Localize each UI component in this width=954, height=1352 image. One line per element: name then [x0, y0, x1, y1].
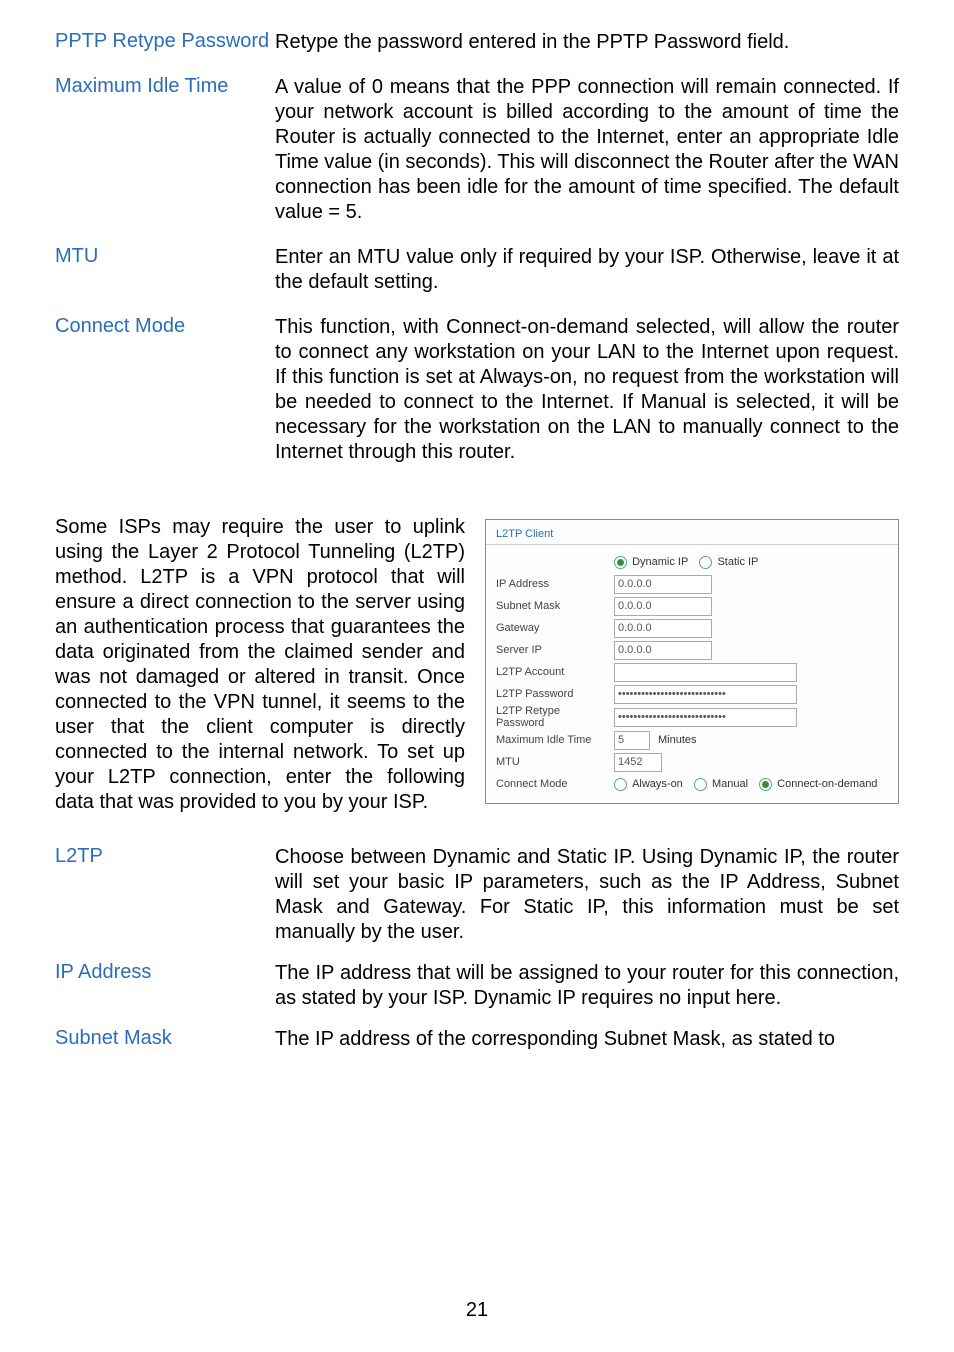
def-desc: Retype the password entered in the PPTP …: [275, 30, 899, 55]
connect-on-demand-label: Connect-on-demand: [777, 778, 877, 790]
subnet-mask-row: Subnet Mask: [496, 595, 888, 617]
figure-body: Dynamic IP Static IP IP Address Subnet M…: [486, 545, 898, 803]
server-ip-row: Server IP: [496, 639, 888, 661]
def-desc: A value of 0 means that the PPP connecti…: [275, 75, 899, 225]
mtu-input[interactable]: [614, 753, 662, 772]
def-term: Maximum Idle Time: [55, 75, 275, 98]
l2tp-retype-label: L2TP Retype Password: [496, 705, 606, 729]
static-ip-label: Static IP: [717, 556, 758, 568]
l2tp-account-label: L2TP Account: [496, 666, 606, 678]
manual-radio[interactable]: [694, 778, 707, 791]
l2tp-retype-input[interactable]: [614, 708, 797, 727]
ip-address-row: IP Address: [496, 573, 888, 595]
mtu-row: MTU: [496, 751, 888, 773]
intro-row: Some ISPs may require the user to uplink…: [55, 515, 899, 815]
def-term: MTU: [55, 245, 275, 268]
mtu-label: MTU: [496, 756, 606, 768]
always-on-label: Always-on: [632, 778, 683, 790]
subnet-mask-input[interactable]: [614, 597, 712, 616]
l2tp-client-figure: L2TP Client Dynamic IP Static IP IP Addr…: [485, 519, 899, 804]
def-desc: The IP address that will be assigned to …: [275, 961, 899, 1011]
l2tp-password-row: L2TP Password: [496, 683, 888, 705]
ip-mode-radios: Dynamic IP Static IP: [614, 556, 766, 569]
l2tp-password-label: L2TP Password: [496, 688, 606, 700]
l2tp-retype-row: L2TP Retype Password: [496, 705, 888, 729]
static-ip-radio[interactable]: [699, 556, 712, 569]
def-row-l2tp: L2TP Choose between Dynamic and Static I…: [55, 845, 899, 945]
connect-mode-radios: Always-on Manual Connect-on-demand: [614, 778, 885, 791]
def-desc: Choose between Dynamic and Static IP. Us…: [275, 845, 899, 945]
connect-mode-label: Connect Mode: [496, 778, 606, 790]
def-desc: Enter an MTU value only if required by y…: [275, 245, 899, 295]
figure-wrap: L2TP Client Dynamic IP Static IP IP Addr…: [485, 515, 899, 804]
l2tp-password-input[interactable]: [614, 685, 797, 704]
def-row-connect-mode: Connect Mode This function, with Connect…: [55, 315, 899, 465]
subnet-mask-label: Subnet Mask: [496, 600, 606, 612]
def-term: L2TP: [55, 845, 275, 868]
def-row-mtu: MTU Enter an MTU value only if required …: [55, 245, 899, 295]
connect-mode-row: Connect Mode Always-on Manual Connect-on…: [496, 773, 888, 795]
ip-mode-row: Dynamic IP Static IP: [496, 551, 888, 573]
def-desc: The IP address of the corresponding Subn…: [275, 1027, 899, 1052]
l2tp-account-row: L2TP Account: [496, 661, 888, 683]
def-term: IP Address: [55, 961, 275, 984]
server-ip-input[interactable]: [614, 641, 712, 660]
def-term: Connect Mode: [55, 315, 275, 338]
max-idle-label: Maximum Idle Time: [496, 734, 606, 746]
manual-label: Manual: [712, 778, 748, 790]
server-ip-label: Server IP: [496, 644, 606, 656]
ip-address-label: IP Address: [496, 578, 606, 590]
def-term: Subnet Mask: [55, 1027, 275, 1050]
max-idle-input[interactable]: [614, 731, 650, 750]
figure-title: L2TP Client: [486, 520, 898, 545]
connect-on-demand-radio[interactable]: [759, 778, 772, 791]
max-idle-row: Maximum Idle Time Minutes: [496, 729, 888, 751]
page-number: 21: [0, 1299, 954, 1322]
def-row-max-idle: Maximum Idle Time A value of 0 means tha…: [55, 75, 899, 225]
def-term: PPTP Retype Password: [55, 30, 275, 53]
def-row-pptp-retype: PPTP Retype Password Retype the password…: [55, 30, 899, 55]
dynamic-ip-label: Dynamic IP: [632, 556, 688, 568]
intro-paragraph: Some ISPs may require the user to uplink…: [55, 515, 465, 815]
def-row-subnet-mask: Subnet Mask The IP address of the corres…: [55, 1027, 899, 1052]
dynamic-ip-radio[interactable]: [614, 556, 627, 569]
def-row-ip-address: IP Address The IP address that will be a…: [55, 961, 899, 1011]
gateway-input[interactable]: [614, 619, 712, 638]
ip-address-input[interactable]: [614, 575, 712, 594]
always-on-radio[interactable]: [614, 778, 627, 791]
gateway-label: Gateway: [496, 622, 606, 634]
l2tp-account-input[interactable]: [614, 663, 797, 682]
def-desc: This function, with Connect-on-demand se…: [275, 315, 899, 465]
max-idle-unit: Minutes: [658, 734, 697, 746]
gateway-row: Gateway: [496, 617, 888, 639]
